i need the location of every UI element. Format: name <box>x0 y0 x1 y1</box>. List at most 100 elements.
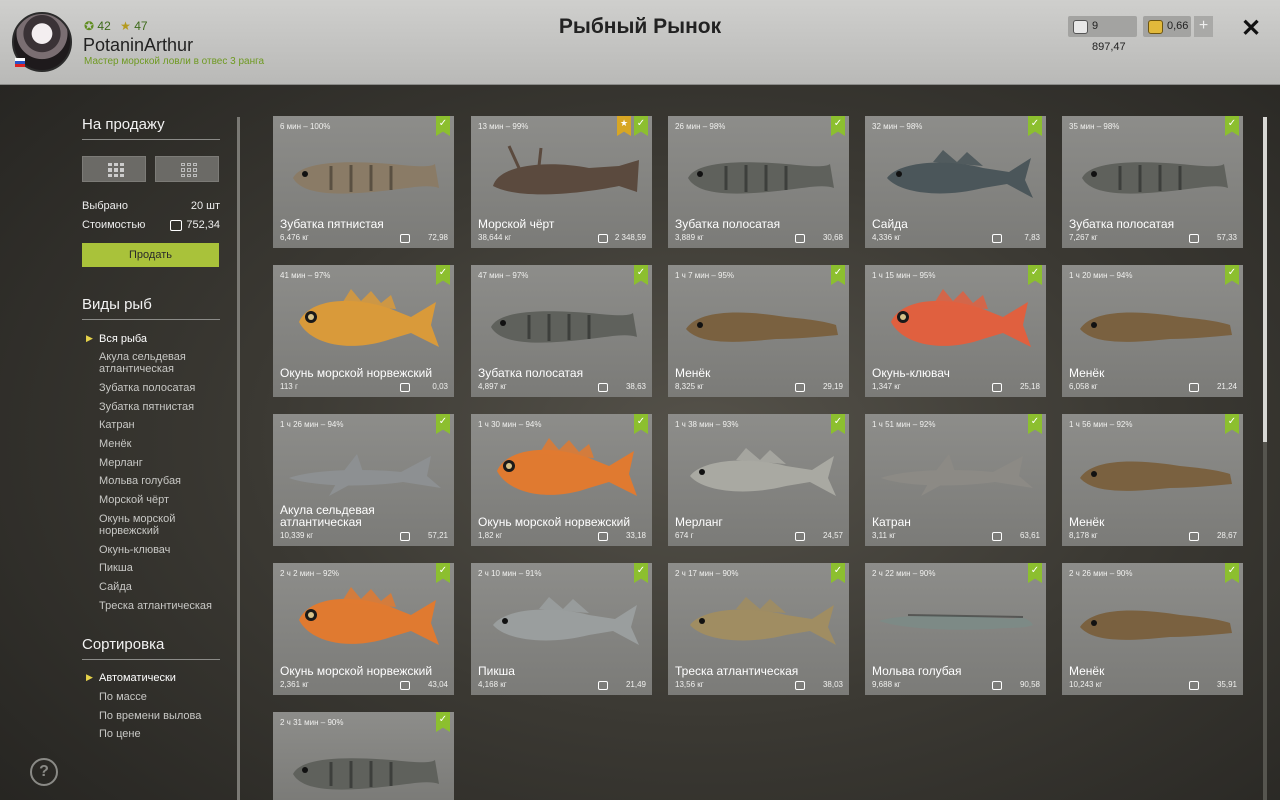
sort-option[interactable]: По массе <box>99 691 224 703</box>
selected-check-icon[interactable]: ✓ <box>831 563 845 583</box>
selected-check-icon[interactable]: ✓ <box>1028 116 1042 136</box>
catch-time: 32 мин – 98% <box>872 122 923 131</box>
species-filter-item[interactable]: Морской чёрт <box>99 494 224 506</box>
scrollbar-thumb[interactable] <box>1263 117 1267 442</box>
silver-value: 9 897,47 <box>1092 20 1126 53</box>
species-filter-item[interactable]: Сайда <box>99 581 224 593</box>
fish-card[interactable]: 1 ч 26 мин – 94% ✓ Акула сельдевая атлант… <box>273 414 454 546</box>
species-filter-item[interactable]: Менёк <box>99 438 224 450</box>
selected-check-icon[interactable]: ✓ <box>634 414 648 434</box>
fish-card[interactable]: 1 ч 7 мин – 95% ✓ Менёк 8,325 кг 29,19 <box>668 265 849 397</box>
selected-check-icon[interactable]: ✓ <box>1225 414 1239 434</box>
fish-weight: 1,347 кг <box>872 382 901 391</box>
selected-check-icon[interactable]: ✓ <box>634 563 648 583</box>
fish-price: 2 348,59 <box>614 233 646 242</box>
selected-check-icon[interactable]: ✓ <box>1225 563 1239 583</box>
fish-name: Менёк <box>1069 366 1105 380</box>
fish-card[interactable]: 26 мин – 98% ✓ Зубатка полосатая 3,889 кг 3… <box>668 116 849 248</box>
catch-time: 47 мин – 97% <box>478 271 529 280</box>
sort-option[interactable]: По времени вылова <box>99 710 224 722</box>
fish-card[interactable]: 1 ч 15 мин – 95% ✓ Окунь-клювач 1,347 кг 25… <box>865 265 1046 397</box>
species-filter-item[interactable]: Вся рыба <box>99 333 224 345</box>
selected-check-icon[interactable]: ✓ <box>436 712 450 732</box>
silver-coin-icon <box>795 383 805 392</box>
fish-name: Зубатка полосатая <box>1069 217 1175 231</box>
gold-balance: 0,66 <box>1143 16 1191 37</box>
fish-name: Катран <box>872 515 911 529</box>
sell-button[interactable]: Продать <box>82 243 219 267</box>
species-filter-item[interactable]: Зубатка полосатая <box>99 382 224 394</box>
selected-check-icon[interactable]: ✓ <box>436 563 450 583</box>
silver-coin-icon <box>795 234 805 243</box>
catch-time: 2 ч 31 мин – 90% <box>280 718 344 727</box>
selected-check-icon[interactable]: ✓ <box>634 116 648 136</box>
species-filter-item[interactable]: Мольва голубая <box>99 475 224 487</box>
species-filter-item[interactable]: Окунь морской норвежский <box>99 513 224 537</box>
species-filter-item[interactable]: Катран <box>99 419 224 431</box>
fish-name: Акула сельдевая атлантическая <box>280 503 375 529</box>
silver-coin-icon <box>1189 383 1199 392</box>
add-currency-button[interactable]: + <box>1194 16 1213 37</box>
fish-card[interactable]: 1 ч 20 мин – 94% ✓ Менёк 6,058 кг 21,24 <box>1062 265 1243 397</box>
grid-small-view-button[interactable] <box>155 156 219 182</box>
fish-card[interactable]: 2 ч 31 мин – 90% ✓ <box>273 712 454 800</box>
fish-card[interactable]: 2 ч 26 мин – 90% ✓ Менёк 10,243 кг 35,91 <box>1062 563 1243 695</box>
catch-time: 35 мин – 98% <box>1069 122 1120 131</box>
selected-check-icon[interactable]: ✓ <box>1225 116 1239 136</box>
sort-option[interactable]: Автоматически <box>99 672 224 684</box>
top-bar: ✪ 42 ★ 47 PotaninArthur Мастер морской л… <box>0 0 1280 85</box>
catch-time: 1 ч 15 мин – 95% <box>872 271 936 280</box>
fish-weight: 3,11 кг <box>872 531 896 540</box>
species-filter-item[interactable]: Пикша <box>99 562 224 574</box>
fish-card[interactable]: 6 мин – 100% ✓ Зубатка пятнистая 6,476 кг 7… <box>273 116 454 248</box>
species-filter-item[interactable]: Зубатка пятнистая <box>99 401 224 413</box>
species-filter-item[interactable]: Треска атлантическая <box>99 600 224 612</box>
selected-check-icon[interactable]: ✓ <box>831 265 845 285</box>
fish-weight: 6,058 кг <box>1069 382 1098 391</box>
selected-check-icon[interactable]: ✓ <box>436 414 450 434</box>
fish-card[interactable]: 1 ч 30 мин – 94% ✓ Окунь морской норвежск… <box>471 414 652 546</box>
species-filter-item[interactable]: Акула сельдевая атлантическая <box>99 351 224 375</box>
silver-coin-icon <box>1189 532 1199 541</box>
selected-check-icon[interactable]: ✓ <box>1028 563 1042 583</box>
scrollbar[interactable] <box>1263 117 1267 800</box>
selected-check-icon[interactable]: ✓ <box>831 414 845 434</box>
fish-card[interactable]: 2 ч 10 мин – 91% ✓ Пикша 4,168 кг 21,49 <box>471 563 652 695</box>
fish-card[interactable]: 2 ч 17 мин – 90% ✓ Треска атлантическая 13… <box>668 563 849 695</box>
sort-heading: Сортировка <box>82 636 220 660</box>
species-filter-item[interactable]: Окунь-клювач <box>99 544 224 556</box>
fish-card[interactable]: 13 мин – 99% ✓ ★ Морской чёрт 38,644 кг 2 34… <box>471 116 652 248</box>
fish-weight: 7,267 кг <box>1069 233 1098 242</box>
selected-check-icon[interactable]: ✓ <box>831 116 845 136</box>
selected-check-icon[interactable]: ✓ <box>1028 265 1042 285</box>
selected-check-icon[interactable]: ✓ <box>436 116 450 136</box>
fish-card[interactable]: 47 мин – 97% ✓ Зубатка полосатая 4,897 кг 3… <box>471 265 652 397</box>
fish-weight: 113 г <box>280 382 298 391</box>
grid-large-icon <box>108 163 124 177</box>
fish-card[interactable]: 32 мин – 98% ✓ Сайда 4,336 кг 7,83 <box>865 116 1046 248</box>
species-filter-item[interactable]: Мерланг <box>99 457 224 469</box>
fish-card[interactable]: 41 мин – 97% ✓ Окунь морской норвежский 11… <box>273 265 454 397</box>
fish-image <box>1080 461 1232 491</box>
help-icon[interactable]: ? <box>30 758 58 786</box>
fish-card[interactable]: 1 ч 51 мин – 92% ✓ Катран 3,11 кг 63,61 <box>865 414 1046 546</box>
fish-price: 38,03 <box>822 680 843 689</box>
selected-check-icon[interactable]: ✓ <box>1225 265 1239 285</box>
fish-card[interactable]: 1 ч 56 мин – 92% ✓ Менёк 8,178 кг 28,67 <box>1062 414 1243 546</box>
fish-card[interactable]: 35 мин – 98% ✓ Зубатка полосатая 7,267 кг 5… <box>1062 116 1243 248</box>
favorite-star-icon[interactable]: ★ <box>617 116 631 136</box>
silver-coin-icon <box>400 383 410 392</box>
silver-coin-icon <box>400 532 410 541</box>
grid-large-view-button[interactable] <box>82 156 146 182</box>
fish-card[interactable]: 1 ч 38 мин – 93% ✓ Мерланг 674 г 24,57 <box>668 414 849 546</box>
sort-option[interactable]: По цене <box>99 728 224 740</box>
selected-check-icon[interactable]: ✓ <box>436 265 450 285</box>
selected-check-icon[interactable]: ✓ <box>1028 414 1042 434</box>
fish-image <box>299 289 439 347</box>
fish-card[interactable]: 2 ч 2 мин – 92% ✓ Окунь морской норвежски… <box>273 563 454 695</box>
silver-coin-icon <box>795 532 805 541</box>
selected-check-icon[interactable]: ✓ <box>634 265 648 285</box>
fish-card[interactable]: 2 ч 22 мин – 90% ✓ Мольва голубая 9,688 кг… <box>865 563 1046 695</box>
fish-price: 90,58 <box>1019 680 1040 689</box>
close-icon[interactable]: ✕ <box>1241 14 1261 43</box>
